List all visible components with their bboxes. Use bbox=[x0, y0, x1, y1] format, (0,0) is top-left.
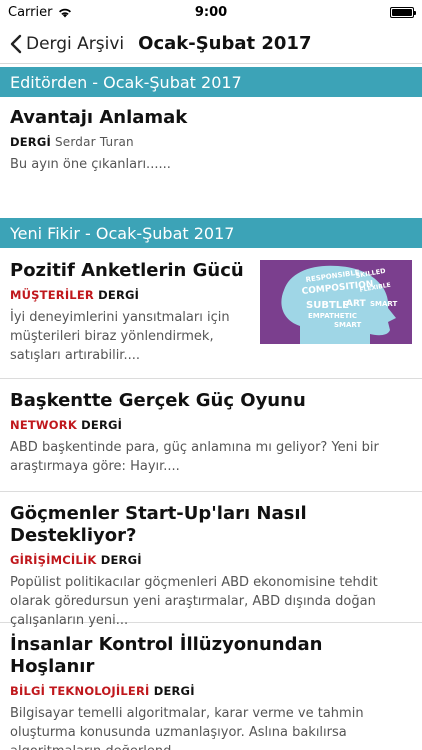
article-category: BİLGİ TEKNOLOJİLERİ bbox=[10, 684, 150, 698]
back-button[interactable]: Dergi Arşivi bbox=[10, 34, 124, 54]
chevron-left-icon bbox=[10, 34, 22, 53]
article-tag: DERGİ bbox=[98, 288, 140, 302]
article-category: NETWORK bbox=[10, 418, 77, 432]
page-title: Ocak-Şubat 2017 bbox=[138, 33, 312, 54]
thumbnail-word-9: SMART bbox=[334, 321, 362, 329]
article-author: Serdar Turan bbox=[54, 135, 134, 149]
section-title: Editörden - Ocak-Şubat 2017 bbox=[10, 72, 242, 92]
back-button-label: Dergi Arşivi bbox=[26, 33, 125, 54]
article-tag: DERGİ bbox=[153, 684, 195, 698]
article-snippet: İyi deneyimlerini yansıtmaları için müşt… bbox=[10, 310, 230, 363]
article-title: Avantajı Anlamak bbox=[10, 107, 188, 128]
thumbnail-word-5: SUBTLE bbox=[306, 300, 349, 311]
wifi-icon bbox=[59, 8, 72, 17]
article-meta: BİLGİ TEKNOLOJİLERİ DERGİ bbox=[10, 684, 412, 698]
battery-icon bbox=[390, 6, 416, 18]
navigation-bar: Dergi Arşivi Ocak-Şubat 2017 bbox=[0, 24, 422, 64]
article-item[interactable]: Pozitif Anketlerin Gücü MÜŞTERİLER DERGİ… bbox=[0, 258, 422, 379]
article-tag: DERGİ bbox=[100, 553, 142, 567]
section-header-editorden: Editörden - Ocak-Şubat 2017 bbox=[0, 67, 422, 97]
article-item[interactable]: Göçmenler Start-Up'ları Nasıl Destekliyo… bbox=[0, 493, 422, 628]
article-meta: NETWORK DERGİ bbox=[10, 418, 412, 432]
thumbnail-word-8: EMPATHETIC bbox=[308, 312, 357, 320]
article-item[interactable]: İnsanlar Kontrol İllüzyonundan Hoşlanır … bbox=[0, 624, 422, 750]
article-thumbnail[interactable]: RESPONSIBLE SKILLED COMPOSITION FLEXIBLE… bbox=[260, 260, 412, 344]
article-category: MÜŞTERİLER bbox=[10, 288, 94, 302]
article-snippet: Bilgisayar temelli algoritmalar, karar v… bbox=[10, 706, 364, 750]
head-word-cloud-image: RESPONSIBLE SKILLED COMPOSITION FLEXIBLE… bbox=[260, 260, 412, 344]
article-snippet: ABD başkentinde para, güç anlamına mı ge… bbox=[10, 440, 379, 474]
article-item[interactable]: Başkentte Gerçek Güç Oyunu NETWORK DERGİ… bbox=[0, 380, 422, 492]
article-snippet: Bu ayın öne çıkanları...... bbox=[10, 157, 171, 172]
article-category: GİRİŞİMCİLİK bbox=[10, 553, 97, 567]
article-item[interactable]: Avantajı Anlamak DERGİ Serdar Turan Bu ay… bbox=[0, 105, 422, 215]
section-title: Yeni Fikir - Ocak-Şubat 2017 bbox=[10, 223, 235, 243]
thumbnail-word-6: ART bbox=[346, 299, 366, 309]
article-title: Başkentte Gerçek Güç Oyunu bbox=[10, 390, 306, 411]
section-header-yeni-fikir: Yeni Fikir - Ocak-Şubat 2017 bbox=[0, 218, 422, 248]
article-tag: DERGİ bbox=[81, 418, 123, 432]
article-category: DERGİ bbox=[10, 135, 51, 149]
article-meta: GİRİŞİMCİLİK DERGİ bbox=[10, 553, 412, 567]
article-title: İnsanlar Kontrol İllüzyonundan Hoşlanır bbox=[10, 634, 323, 677]
article-title: Göçmenler Start-Up'ları Nasıl Destekliyo… bbox=[10, 503, 307, 546]
article-snippet: Popülist politikacılar göçmenleri ABD ek… bbox=[10, 575, 378, 628]
status-left: Carrier bbox=[8, 5, 72, 20]
status-bar: Carrier 9:00 bbox=[0, 0, 422, 24]
thumbnail-word-7: SMART bbox=[370, 300, 398, 308]
article-meta: DERGİ Serdar Turan bbox=[10, 135, 412, 149]
carrier-label: Carrier bbox=[8, 4, 53, 20]
